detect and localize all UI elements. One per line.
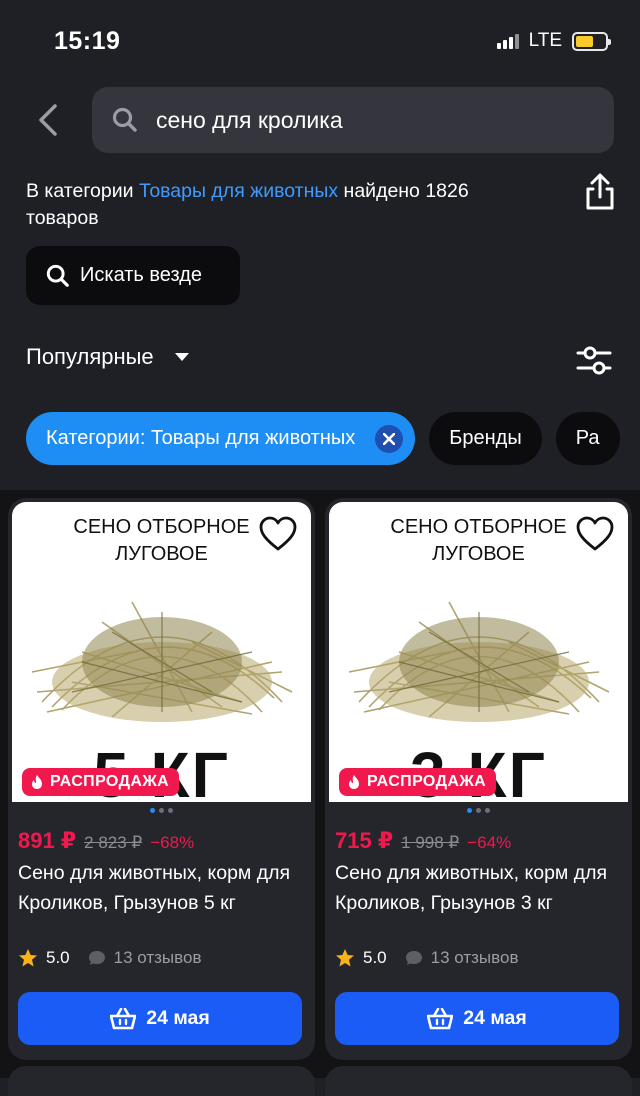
status-time: 15:19 xyxy=(54,27,121,55)
sliders-icon xyxy=(576,346,612,375)
chip-category-label: Категории: Товары для животных xyxy=(46,427,356,449)
image-pagination xyxy=(325,808,632,813)
heart-icon xyxy=(259,516,297,551)
back-button[interactable] xyxy=(30,100,66,140)
price-row: 891 ₽ 2 823 ₽ −68% xyxy=(18,828,194,854)
search-icon xyxy=(46,264,69,287)
reviews-count: 13 отзывов xyxy=(430,948,519,967)
product-name[interactable]: Сено для животных, корм для Кроликов, Гр… xyxy=(18,858,308,918)
product-card[interactable]: СЕНО ОТБОРНОЕ ЛУГОВОЕ 3 КГ РАСПРОДАЖА xyxy=(325,498,632,1060)
sale-badge: РАСПРОДАЖА xyxy=(22,768,180,796)
delivery-date: 24 мая xyxy=(463,1007,527,1029)
sale-badge-label: РАСПРОДАЖА xyxy=(50,773,170,790)
product-card-next[interactable] xyxy=(8,1066,315,1096)
category-link[interactable]: Товары для животных xyxy=(139,180,338,202)
basket-icon xyxy=(110,1007,137,1029)
search-icon xyxy=(112,107,137,132)
status-indicators: LTE xyxy=(496,30,611,52)
reviews[interactable]: 13 отзывов xyxy=(88,948,202,968)
comment-icon xyxy=(405,951,422,965)
search-everywhere-label: Искать везде xyxy=(80,264,202,286)
favorite-button[interactable] xyxy=(259,516,297,552)
price: 891 ₽ xyxy=(18,828,77,853)
search-query: сено для кролика xyxy=(156,106,343,133)
rating-value: 5.0 xyxy=(46,948,70,967)
close-icon[interactable] xyxy=(375,424,404,453)
reviews-count: 13 отзывов xyxy=(113,948,202,967)
chip-category[interactable]: Категории: Товары для животных xyxy=(26,412,416,465)
add-to-cart-button[interactable]: 24 мая xyxy=(18,992,302,1045)
price-row: 715 ₽ 1 998 ₽ −64% xyxy=(335,828,511,854)
product-card[interactable]: СЕНО ОТБОРНОЕ ЛУГОВОЕ 5 КГ РАСПРОДАЖА xyxy=(8,498,315,1060)
rating-row: 5.0 13 отзывов xyxy=(335,948,518,968)
star-icon xyxy=(336,949,354,967)
comment-icon xyxy=(88,951,105,965)
delivery-date: 24 мая xyxy=(146,1007,210,1029)
results-summary: В категории Товары для животных найдено … xyxy=(26,178,546,232)
favorite-button[interactable] xyxy=(576,516,614,552)
star-icon xyxy=(19,949,37,967)
status-bar: 15:19 LTE xyxy=(0,0,640,80)
results-prefix: В категории xyxy=(26,180,139,202)
price: 715 ₽ xyxy=(335,828,394,853)
sale-badge-label: РАСПРОДАЖА xyxy=(367,773,487,790)
fire-icon xyxy=(32,775,42,789)
chevron-left-icon xyxy=(39,104,57,136)
chip-partial-label: Ра xyxy=(575,427,600,449)
search-input[interactable]: сено для кролика xyxy=(92,87,614,153)
discount: −64% xyxy=(467,833,512,852)
caret-down-icon xyxy=(174,353,189,361)
basket-icon xyxy=(427,1007,454,1029)
rating-value: 5.0 xyxy=(363,948,387,967)
heart-icon xyxy=(576,516,614,551)
chip-brands-label: Бренды xyxy=(449,427,522,449)
network-label: LTE xyxy=(528,30,562,51)
reviews[interactable]: 13 отзывов xyxy=(405,948,519,968)
share-icon xyxy=(586,173,614,210)
image-pagination xyxy=(8,808,315,813)
rating-row: 5.0 13 отзывов xyxy=(18,948,201,968)
fire-icon xyxy=(349,775,359,789)
add-to-cart-button[interactable]: 24 мая xyxy=(335,992,619,1045)
old-price: 1 998 ₽ xyxy=(401,833,460,852)
filter-button[interactable] xyxy=(576,342,612,378)
share-button[interactable] xyxy=(582,172,618,212)
product-image[interactable]: СЕНО ОТБОРНОЕ ЛУГОВОЕ 3 КГ РАСПРОДАЖА xyxy=(329,502,628,802)
sort-label: Популярные xyxy=(26,344,154,369)
product-name[interactable]: Сено для животных, корм для Кроликов, Гр… xyxy=(335,858,625,918)
chip-brands[interactable]: Бренды xyxy=(429,412,542,465)
discount: −68% xyxy=(150,833,195,852)
product-card-next[interactable] xyxy=(325,1066,632,1096)
signal-icon xyxy=(496,33,519,49)
sale-badge: РАСПРОДАЖА xyxy=(339,768,497,796)
product-image[interactable]: СЕНО ОТБОРНОЕ ЛУГОВОЕ 5 КГ РАСПРОДАЖА xyxy=(12,502,311,802)
chip-partial[interactable]: Ра xyxy=(555,412,620,465)
old-price: 2 823 ₽ xyxy=(84,833,143,852)
search-everywhere-button[interactable]: Искать везде xyxy=(26,246,240,305)
sort-dropdown[interactable]: Популярные xyxy=(26,344,190,370)
battery-icon xyxy=(572,31,611,51)
filter-chips: Категории: Товары для животных Бренды Ра xyxy=(26,412,620,465)
